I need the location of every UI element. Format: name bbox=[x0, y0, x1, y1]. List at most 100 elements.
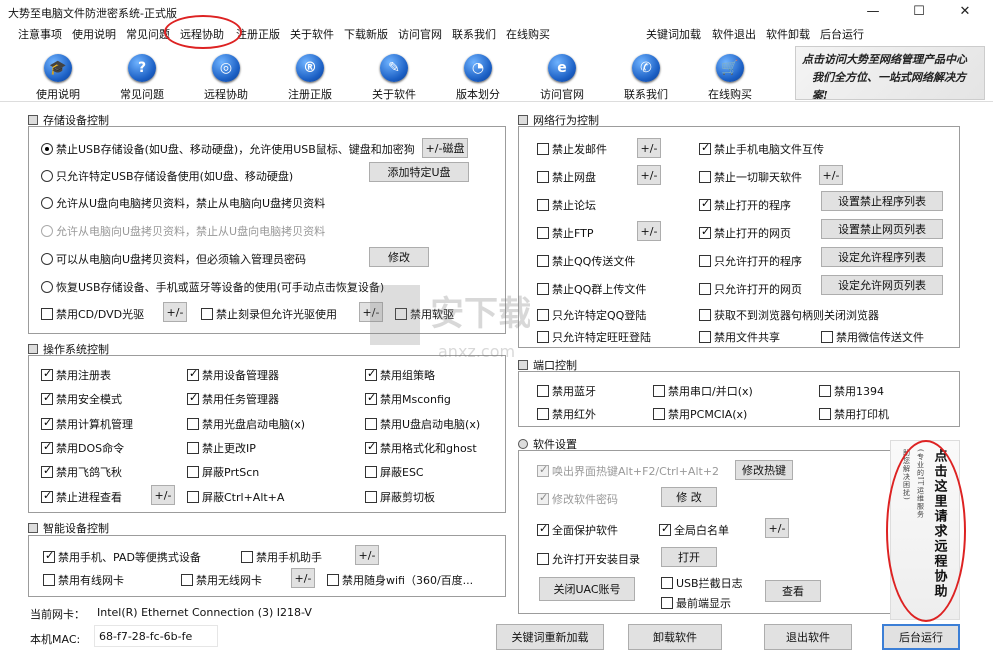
os-checkbox-registry[interactable]: 禁用注册表 bbox=[41, 367, 111, 383]
phone-helper-checkbox[interactable]: 禁用手机助手 bbox=[241, 549, 322, 565]
menu-item-manual[interactable]: 使用说明 bbox=[72, 26, 116, 42]
net-checkbox-wechat-file[interactable]: 禁用微信传送文件 bbox=[821, 329, 924, 345]
menu-item-background[interactable]: 后台运行 bbox=[820, 26, 864, 42]
os-checkbox-cd-boot[interactable]: 禁用光盘启动电脑(x) bbox=[187, 416, 305, 432]
chat-plusminus-button[interactable]: +/- bbox=[819, 165, 843, 185]
close-uac-button[interactable]: 关闭UAC账号 bbox=[539, 577, 635, 601]
os-checkbox-format-ghost[interactable]: 禁用格式化和ghost bbox=[365, 440, 477, 456]
usb-log-checkbox[interactable]: USB拦截日志 bbox=[661, 575, 743, 591]
exit-software-button[interactable]: 退出软件 bbox=[764, 624, 852, 650]
add-specific-udisk-button[interactable]: 添加特定U盘 bbox=[369, 162, 469, 182]
net-checkbox-ftp[interactable]: 禁止FTP bbox=[537, 225, 594, 241]
menu-item-register[interactable]: 注册正版 bbox=[236, 26, 280, 42]
modify-password-button[interactable]: 修改 bbox=[369, 247, 429, 267]
menu-item-website[interactable]: 访问官网 bbox=[398, 26, 442, 42]
net-checkbox-netdisk[interactable]: 禁止网盘 bbox=[537, 169, 596, 185]
modify-hotkey-button[interactable]: 修改热键 bbox=[735, 460, 793, 480]
os-checkbox-dos[interactable]: 禁用DOS命令 bbox=[41, 440, 124, 456]
topmost-checkbox[interactable]: 最前端显示 bbox=[661, 595, 731, 611]
port-checkbox-serial-parallel[interactable]: 禁用串口/并口(x) bbox=[653, 383, 753, 399]
net-checkbox-phone-pc-transfer[interactable]: 禁止手机电脑文件互传 bbox=[699, 141, 824, 157]
toolbar-register-button[interactable]: ® 注册正版 bbox=[270, 54, 350, 102]
net-checkbox-block-webpages[interactable]: 禁止打开的网页 bbox=[699, 225, 791, 241]
port-checkbox-infrared[interactable]: 禁用红外 bbox=[537, 406, 596, 422]
minimize-button[interactable]: — bbox=[851, 2, 895, 20]
mac-field[interactable]: 68-f7-28-fc-6b-fe bbox=[94, 625, 218, 647]
calligraphy-banner[interactable]: 点击访问大势至网络管理产品中心 我们全方位、一站式网络解决方案! bbox=[795, 46, 985, 100]
wireless-nic-checkbox[interactable]: 禁用无线网卡 bbox=[181, 572, 262, 588]
whitelist-plusminus-button[interactable]: +/- bbox=[765, 518, 789, 538]
set-allow-program-list-button[interactable]: 设定允许程序列表 bbox=[821, 247, 943, 267]
email-plusminus-button[interactable]: +/- bbox=[637, 138, 661, 158]
maximize-button[interactable]: ☐ bbox=[897, 2, 941, 20]
menu-item-exit[interactable]: 软件退出 bbox=[712, 26, 756, 42]
set-block-webpage-list-button[interactable]: 设置禁止网页列表 bbox=[821, 219, 943, 239]
toolbar-buy-button[interactable]: 🛒 在线购买 bbox=[690, 54, 770, 102]
menu-item-buy[interactable]: 在线购买 bbox=[506, 26, 550, 42]
net-checkbox-qq-file[interactable]: 禁止QQ传送文件 bbox=[537, 253, 635, 269]
cd-disable-checkbox[interactable]: 禁用CD/DVD光驱 bbox=[41, 306, 144, 322]
net-checkbox-chat-apps[interactable]: 禁止一切聊天软件 bbox=[699, 169, 802, 185]
net-checkbox-forum[interactable]: 禁止论坛 bbox=[537, 197, 596, 213]
view-log-button[interactable]: 查看 bbox=[765, 580, 821, 602]
menu-item-keyword-load[interactable]: 关键词加载 bbox=[646, 26, 701, 42]
toolbar-contact-button[interactable]: ✆ 联系我们 bbox=[606, 54, 686, 102]
burn-plusminus-button[interactable]: +/- bbox=[359, 302, 383, 322]
radio[interactable] bbox=[41, 143, 53, 155]
os-checkbox-msconfig[interactable]: 禁用Msconfig bbox=[365, 391, 451, 407]
toolbar-faq-button[interactable]: ? 常见问题 bbox=[102, 54, 182, 102]
net-checkbox-specific-wangwang[interactable]: 只允许特定旺旺登陆 bbox=[537, 329, 651, 345]
set-block-program-list-button[interactable]: 设置禁止程序列表 bbox=[821, 191, 943, 211]
floppy-checkbox[interactable]: 禁用软驱 bbox=[395, 306, 454, 322]
os-checkbox-change-ip[interactable]: 禁止更改IP bbox=[187, 440, 256, 456]
os-checkbox-prtscn[interactable]: 屏蔽PrtScn bbox=[187, 464, 259, 480]
os-checkbox-esc[interactable]: 屏蔽ESC bbox=[365, 464, 424, 480]
radio[interactable] bbox=[41, 253, 53, 265]
ftp-plusminus-button[interactable]: +/- bbox=[637, 221, 661, 241]
modify-software-password-button[interactable]: 修 改 bbox=[661, 487, 717, 507]
allow-install-dir-checkbox[interactable]: 允许打开安装目录 bbox=[537, 551, 640, 567]
net-checkbox-block-programs[interactable]: 禁止打开的程序 bbox=[699, 197, 791, 213]
os-checkbox-computer-management[interactable]: 禁用计算机管理 bbox=[41, 416, 133, 432]
storage-radio-specific-usb[interactable]: 只允许特定USB存储设备使用(如U盘、移动硬盘) bbox=[41, 168, 293, 184]
net-checkbox-qq-group-upload[interactable]: 禁止QQ群上传文件 bbox=[537, 281, 646, 297]
close-button[interactable]: ✕ bbox=[943, 2, 987, 20]
storage-radio-block-usb[interactable]: 禁止USB存储设备(如U盘、移动硬盘)，允许使用USB鼠标、键盘和加密狗 bbox=[41, 141, 415, 157]
reload-keywords-button[interactable]: 关键词重新加载 bbox=[496, 624, 604, 650]
menu-item-contact[interactable]: 联系我们 bbox=[452, 26, 496, 42]
full-protect-checkbox[interactable]: 全面保护软件 bbox=[537, 522, 618, 538]
net-checkbox-allow-webpages[interactable]: 只允许打开的网页 bbox=[699, 281, 802, 297]
global-whitelist-checkbox[interactable]: 全局白名单 bbox=[659, 522, 729, 538]
os-checkbox-usb-boot[interactable]: 禁用U盘启动电脑(x) bbox=[365, 416, 480, 432]
uninstall-software-button[interactable]: 卸载软件 bbox=[628, 624, 722, 650]
wired-nic-checkbox[interactable]: 禁用有线网卡 bbox=[43, 572, 124, 588]
port-checkbox-bluetooth[interactable]: 禁用蓝牙 bbox=[537, 383, 596, 399]
os-checkbox-task-manager[interactable]: 禁用任务管理器 bbox=[187, 391, 279, 407]
net-checkbox-specific-qq[interactable]: 只允许特定QQ登陆 bbox=[537, 307, 646, 323]
port-checkbox-printer[interactable]: 禁用打印机 bbox=[819, 406, 889, 422]
port-checkbox-pcmcia[interactable]: 禁用PCMCIA(x) bbox=[653, 406, 747, 422]
udisk-plusminus-button[interactable]: +/-磁盘 bbox=[422, 138, 468, 158]
cd-plusminus-button[interactable]: +/- bbox=[163, 302, 187, 322]
os-checkbox-group-policy[interactable]: 禁用组策略 bbox=[365, 367, 435, 383]
cd-burn-checkbox[interactable]: 禁止刻录但允许光驱使用 bbox=[201, 306, 337, 322]
menu-item-uninstall[interactable]: 软件卸载 bbox=[766, 26, 810, 42]
os-checkbox-device-manager[interactable]: 禁用设备管理器 bbox=[187, 367, 279, 383]
toolbar-manual-button[interactable]: 🎓 使用说明 bbox=[18, 54, 98, 102]
storage-radio-restore[interactable]: 恢复USB存储设备、手机或蓝牙等设备的使用(可手动点击恢复设备) bbox=[41, 279, 384, 295]
net-checkbox-file-share[interactable]: 禁用文件共享 bbox=[699, 329, 780, 345]
phone-pad-checkbox[interactable]: 禁用手机、PAD等便携式设备 bbox=[43, 549, 201, 565]
toolbar-website-button[interactable]: e 访问官网 bbox=[522, 54, 602, 102]
menu-item-about[interactable]: 关于软件 bbox=[290, 26, 334, 42]
netdisk-plusminus-button[interactable]: +/- bbox=[637, 165, 661, 185]
os-checkbox-clipboard[interactable]: 屏蔽剪切板 bbox=[365, 489, 435, 505]
radio[interactable] bbox=[41, 281, 53, 293]
port-checkbox-1394[interactable]: 禁用1394 bbox=[819, 383, 884, 399]
toolbar-remote-button[interactable]: ◎ 远程协助 bbox=[186, 54, 266, 102]
net-checkbox-allow-programs[interactable]: 只允许打开的程序 bbox=[699, 253, 802, 269]
net-checkbox-browser-handle[interactable]: 获取不到浏览器句柄则关闭浏览器 bbox=[699, 307, 879, 323]
menu-item-download[interactable]: 下载新版 bbox=[344, 26, 388, 42]
storage-radio-password[interactable]: 可以从电脑向U盘拷贝资料，但必须输入管理员密码 bbox=[41, 251, 306, 267]
radio[interactable] bbox=[41, 197, 53, 209]
radio[interactable] bbox=[41, 170, 53, 182]
